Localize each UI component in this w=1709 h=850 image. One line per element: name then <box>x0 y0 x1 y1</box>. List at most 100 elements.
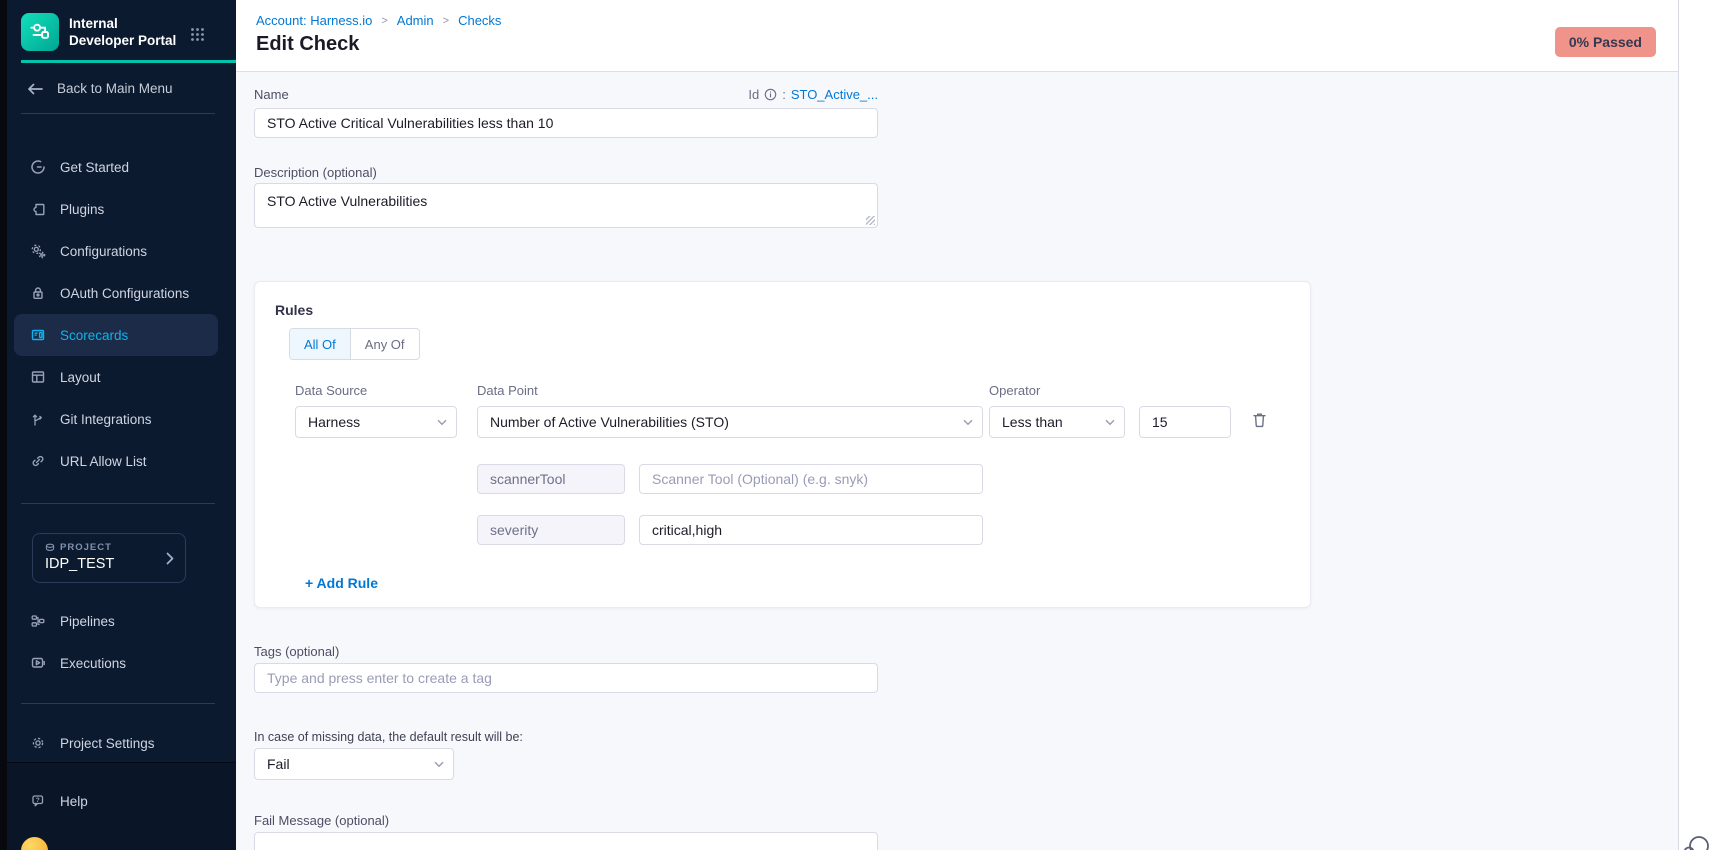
fail-message-input[interactable] <box>254 832 878 850</box>
tab-any-of[interactable]: Any Of <box>350 329 419 359</box>
help-chat-icon: ? <box>30 793 46 809</box>
sidebar-item-configurations[interactable]: Configurations <box>14 230 218 272</box>
project-kicker: PROJECT <box>60 542 112 553</box>
executions-icon <box>30 655 46 671</box>
module-accent-line <box>21 60 236 63</box>
breadcrumb-account[interactable]: Account: Harness.io <box>256 13 372 28</box>
main-area: Account: Harness.io > Admin > Checks Edi… <box>236 0 1678 850</box>
data-point-value: Number of Active Vulnerabilities (STO) <box>490 414 729 430</box>
sidebar-item-project-settings[interactable]: Project Settings <box>14 722 218 764</box>
layout-icon <box>30 369 46 385</box>
divider <box>21 703 215 704</box>
user-avatar[interactable] <box>21 837 48 850</box>
git-branch-icon <box>30 411 46 427</box>
rule-key-input-severity[interactable] <box>477 515 625 545</box>
missing-data-label: In case of missing data, the default res… <box>254 730 523 744</box>
app-logo[interactable]: Internal Developer Portal <box>21 13 181 51</box>
name-input[interactable] <box>254 108 878 138</box>
nav-label: Pipelines <box>60 614 115 629</box>
page-title: Edit Check <box>256 33 359 56</box>
id-value-link[interactable]: STO_Active_... <box>791 87 878 102</box>
rule-key-input-scannertool[interactable] <box>477 464 625 494</box>
sidebar-item-url-allow-list[interactable]: URL Allow List <box>14 440 218 482</box>
id-colon: : <box>782 87 786 102</box>
nav-label: Plugins <box>60 202 104 217</box>
plugins-icon <box>30 201 46 217</box>
nav-label: URL Allow List <box>60 454 147 469</box>
delete-rule-icon[interactable] <box>1251 411 1268 429</box>
nav-label: Scorecards <box>60 328 128 343</box>
operator-value: Less than <box>1002 414 1063 430</box>
sidebar-item-layout[interactable]: Layout <box>14 356 218 398</box>
rule-value-input-severity[interactable] <box>639 515 983 545</box>
fail-message-label: Fail Message (optional) <box>254 813 389 828</box>
tags-input[interactable] <box>254 663 878 693</box>
missing-data-select[interactable]: Fail <box>254 748 454 780</box>
arrow-left-icon <box>27 82 44 96</box>
nav-label: Executions <box>60 656 126 671</box>
get-started-icon <box>30 159 46 175</box>
nav-label: Configurations <box>60 244 147 259</box>
chevron-down-icon <box>963 419 973 426</box>
info-icon[interactable] <box>764 88 777 101</box>
edit-check-form: Name Id : STO_Active_... Description (op… <box>236 72 1678 850</box>
missing-data-value: Fail <box>267 756 290 772</box>
sidebar-item-git-integrations[interactable]: Git Integrations <box>14 398 218 440</box>
nav-label: Git Integrations <box>60 412 152 427</box>
threshold-input[interactable] <box>1139 406 1231 438</box>
sidebar-item-oauth-configurations[interactable]: OAuth Configurations <box>14 272 218 314</box>
rule-value-input-scannertool[interactable] <box>639 464 983 494</box>
operator-select[interactable]: Less than <box>989 406 1125 438</box>
widget-launcher-icon[interactable] <box>1681 830 1709 850</box>
data-point-select[interactable]: Number of Active Vulnerabilities (STO) <box>477 406 983 438</box>
name-label: Name <box>254 87 289 102</box>
nav-label: OAuth Configurations <box>60 286 189 301</box>
svg-text:?: ? <box>36 797 40 804</box>
breadcrumb-checks[interactable]: Checks <box>458 13 501 28</box>
nav-label: Project Settings <box>60 736 155 751</box>
sidebar-nav-project: Pipelines Executions <box>14 600 218 684</box>
id-row: Id : STO_Active_... <box>748 87 878 102</box>
sidebar-nav-settings: Project Settings <box>14 722 218 764</box>
chevron-down-icon <box>434 761 444 768</box>
page-header: Account: Harness.io > Admin > Checks Edi… <box>236 0 1678 72</box>
sidebar-item-pipelines[interactable]: Pipelines <box>14 600 218 642</box>
description-textarea[interactable]: STO Active Vulnerabilities <box>254 183 878 228</box>
app-switcher-icon[interactable] <box>190 27 205 42</box>
resize-handle[interactable] <box>866 216 875 225</box>
scorecards-icon <box>30 327 46 343</box>
harness-idp-logo-icon <box>21 13 59 51</box>
sidebar-nav: Get Started Plugins Configurations OAuth… <box>14 146 218 482</box>
sidebar-item-plugins[interactable]: Plugins <box>14 188 218 230</box>
description-label: Description (optional) <box>254 165 377 180</box>
rules-mode-tabs: All Of Any Of <box>289 328 420 360</box>
nav-label: Layout <box>60 370 101 385</box>
chevron-down-icon <box>1105 419 1115 426</box>
tab-all-of[interactable]: All Of <box>290 329 350 359</box>
sidebar-nav-help: ? Help <box>14 780 218 822</box>
configurations-icon <box>30 243 46 259</box>
data-source-select[interactable]: Harness <box>295 406 457 438</box>
project-name: IDP_TEST <box>45 556 175 572</box>
project-selector[interactable]: PROJECT IDP_TEST <box>32 533 186 583</box>
gear-icon <box>30 735 46 751</box>
tags-label: Tags (optional) <box>254 644 339 659</box>
sidebar-item-executions[interactable]: Executions <box>14 642 218 684</box>
sidebar-item-get-started[interactable]: Get Started <box>14 146 218 188</box>
divider <box>21 503 215 504</box>
sidebar-item-help[interactable]: ? Help <box>14 780 218 822</box>
pipelines-icon <box>30 613 46 629</box>
add-rule-button[interactable]: + Add Rule <box>305 575 378 591</box>
app-title: Internal Developer Portal <box>69 15 181 49</box>
data-source-value: Harness <box>308 414 360 430</box>
sidebar-item-scorecards[interactable]: Scorecards <box>14 314 218 356</box>
divider <box>21 113 215 114</box>
sidebar: Internal Developer Portal Back to Main M… <box>0 0 236 850</box>
data-source-label: Data Source <box>295 383 367 398</box>
operator-label: Operator <box>989 383 1040 398</box>
project-icon <box>45 543 55 553</box>
rules-card: Rules All Of Any Of Data Source Data Poi… <box>254 281 1311 608</box>
chevron-right-icon <box>166 552 174 565</box>
breadcrumb-admin[interactable]: Admin <box>397 13 434 28</box>
back-to-main-menu[interactable]: Back to Main Menu <box>27 81 173 96</box>
